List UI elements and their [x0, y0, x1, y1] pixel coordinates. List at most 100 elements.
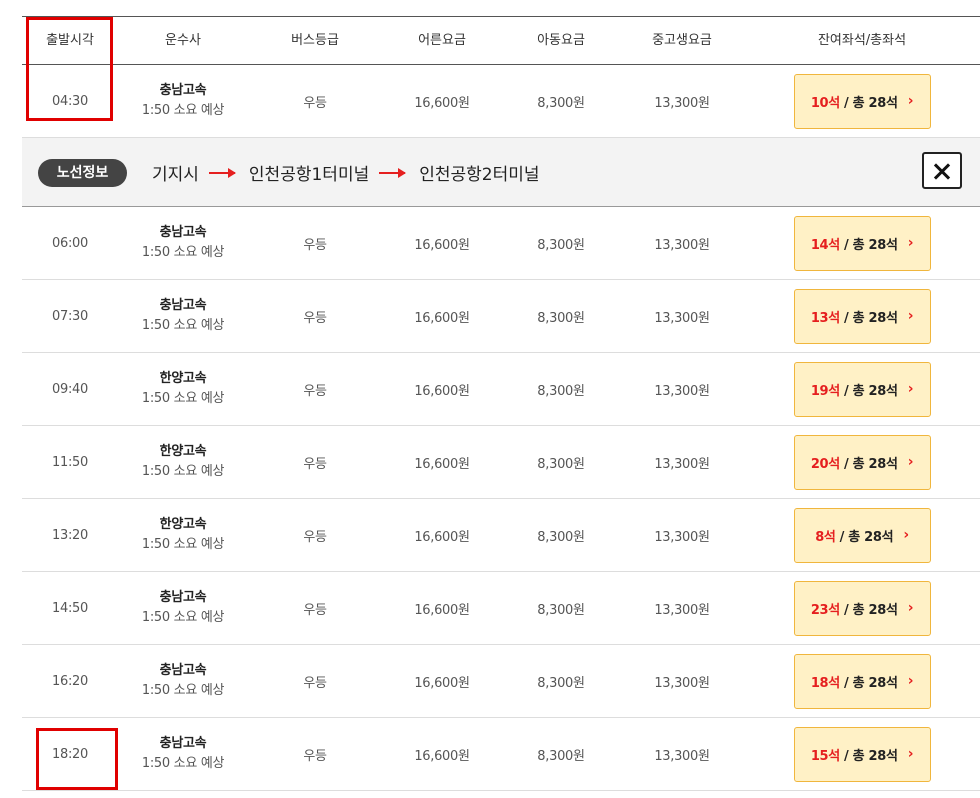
total-seats: / 총 28석	[843, 95, 898, 111]
adult-fare: 16,600원	[414, 310, 470, 326]
departure-time: 06:00	[52, 235, 88, 251]
table-row: 09:40 한양고속 1:50 소요 예상 우등 16,600원 8,300원 …	[22, 353, 980, 426]
duration: 1:50 소요 예상	[141, 610, 225, 625]
company-name: 한양고속	[159, 517, 207, 532]
child-fare: 8,300원	[537, 456, 585, 472]
arrow-right-icon	[379, 167, 407, 178]
adult-fare: 16,600원	[414, 675, 470, 691]
table-header: 출발시각 운수사 버스등급 어른요금 아동요금 중고생요금 잔여좌석/총좌석	[22, 16, 980, 65]
chevron-right-icon: ›	[907, 673, 914, 689]
bus-grade: 우등	[303, 310, 327, 326]
total-seats: / 총 28석	[843, 602, 898, 618]
seat-select-button[interactable]: 10석 / 총 28석 ›	[793, 73, 931, 129]
child-fare: 8,300원	[537, 529, 585, 545]
teen-fare: 13,300원	[654, 456, 710, 472]
company-name: 충남고속	[159, 590, 207, 605]
seat-select-button[interactable]: 19석 / 총 28석 ›	[793, 361, 931, 417]
remaining-seats: 23석	[810, 602, 840, 618]
duration: 1:50 소요 예상	[141, 245, 225, 260]
header-departure-time: 출발시각	[46, 33, 94, 48]
remaining-seats: 15석	[810, 748, 840, 764]
chevron-right-icon: ›	[907, 454, 914, 470]
departure-time: 11:50	[52, 454, 88, 470]
child-fare: 8,300원	[537, 602, 585, 618]
company-cell: 충남고속 1:50 소요 예상	[118, 65, 248, 137]
arrow-right-icon	[208, 167, 236, 178]
duration: 1:50 소요 예상	[141, 103, 225, 118]
company-cell: 한양고속 1:50 소요 예상	[118, 499, 248, 571]
teen-fare: 13,300원	[654, 602, 710, 618]
duration: 1:50 소요 예상	[141, 683, 225, 698]
table-row: 06:00 충남고속 1:50 소요 예상 우등 16,600원 8,300원 …	[22, 207, 980, 280]
bus-grade: 우등	[303, 383, 327, 399]
close-icon[interactable]	[922, 152, 962, 189]
chevron-right-icon: ›	[907, 746, 914, 762]
remaining-seats: 10석	[810, 95, 840, 111]
seat-select-button[interactable]: 15석 / 총 28석 ›	[793, 726, 931, 782]
route-stop: 인천공항2터미널	[419, 165, 540, 185]
total-seats: / 총 28석	[843, 237, 898, 253]
teen-fare: 13,300원	[654, 383, 710, 399]
seat-cell: 18석 / 총 28석 ›	[744, 645, 980, 717]
seat-select-button[interactable]: 23석 / 총 28석 ›	[793, 580, 931, 636]
company-name: 한양고속	[159, 371, 207, 386]
departure-time: 13:20	[52, 527, 88, 543]
adult-fare: 16,600원	[414, 529, 470, 545]
teen-fare: 13,300원	[654, 95, 710, 111]
remaining-seats: 19석	[810, 383, 840, 399]
header-teen-fare: 중고생요금	[652, 33, 712, 48]
teen-fare: 13,300원	[654, 748, 710, 764]
seat-cell: 23석 / 총 28석 ›	[744, 572, 980, 644]
remaining-seats: 13석	[810, 310, 840, 326]
header-adult-fare: 어른요금	[418, 33, 466, 48]
company-cell: 충남고속 1:50 소요 예상	[118, 645, 248, 717]
route-info-panel: 노선정보 기지시 인천공항1터미널 인천공항2터미널	[22, 137, 980, 207]
total-seats: / 총 28석	[843, 748, 898, 764]
company-cell: 충남고속 1:50 소요 예상	[118, 207, 248, 279]
company-cell: 한양고속 1:50 소요 예상	[118, 426, 248, 498]
seat-cell: 10석 / 총 28석 ›	[744, 65, 980, 137]
route-stop: 기지시	[152, 165, 199, 185]
bus-grade: 우등	[303, 456, 327, 472]
adult-fare: 16,600원	[414, 456, 470, 472]
table-row: 14:50 충남고속 1:50 소요 예상 우등 16,600원 8,300원 …	[22, 572, 980, 645]
seat-select-button[interactable]: 13석 / 총 28석 ›	[793, 288, 931, 344]
bus-grade: 우등	[303, 95, 327, 111]
child-fare: 8,300원	[537, 237, 585, 253]
table-row: 16:20 충남고속 1:50 소요 예상 우등 16,600원 8,300원 …	[22, 645, 980, 718]
chevron-right-icon: ›	[907, 235, 914, 251]
child-fare: 8,300원	[537, 310, 585, 326]
table-row: 04:30 충남고속 1:50 소요 예상 우등 16,600원 8,300원 …	[22, 65, 980, 138]
total-seats: / 총 28석	[843, 675, 898, 691]
seat-select-button[interactable]: 8석 / 총 28석 ›	[793, 507, 931, 563]
bus-grade: 우등	[303, 675, 327, 691]
teen-fare: 13,300원	[654, 529, 710, 545]
seat-select-button[interactable]: 20석 / 총 28석 ›	[793, 434, 931, 490]
adult-fare: 16,600원	[414, 383, 470, 399]
company-cell: 충남고속 1:50 소요 예상	[118, 280, 248, 352]
company-name: 한양고속	[159, 444, 207, 459]
total-seats: / 총 28석	[839, 529, 894, 545]
seat-cell: 20석 / 총 28석 ›	[744, 426, 980, 498]
table-row: 07:30 충남고속 1:50 소요 예상 우등 16,600원 8,300원 …	[22, 280, 980, 353]
seat-select-button[interactable]: 14석 / 총 28석 ›	[793, 215, 931, 271]
company-name: 충남고속	[159, 83, 207, 98]
company-name: 충남고속	[159, 736, 207, 751]
header-child-fare: 아동요금	[537, 33, 585, 48]
adult-fare: 16,600원	[414, 95, 470, 111]
bus-grade: 우등	[303, 748, 327, 764]
table-row: 11:50 한양고속 1:50 소요 예상 우등 16,600원 8,300원 …	[22, 426, 980, 499]
seat-cell: 14석 / 총 28석 ›	[744, 207, 980, 279]
duration: 1:50 소요 예상	[141, 464, 225, 479]
duration: 1:50 소요 예상	[141, 756, 225, 771]
seat-select-button[interactable]: 18석 / 총 28석 ›	[793, 653, 931, 709]
route-info-label: 노선정보	[38, 159, 127, 187]
chevron-right-icon: ›	[907, 308, 914, 324]
table-row: 18:20 충남고속 1:50 소요 예상 우등 16,600원 8,300원 …	[22, 718, 980, 791]
duration: 1:50 소요 예상	[141, 537, 225, 552]
seat-cell: 19석 / 총 28석 ›	[744, 353, 980, 425]
seat-cell: 15석 / 총 28석 ›	[744, 718, 980, 790]
teen-fare: 13,300원	[654, 310, 710, 326]
child-fare: 8,300원	[537, 383, 585, 399]
seat-cell: 8석 / 총 28석 ›	[744, 499, 980, 571]
